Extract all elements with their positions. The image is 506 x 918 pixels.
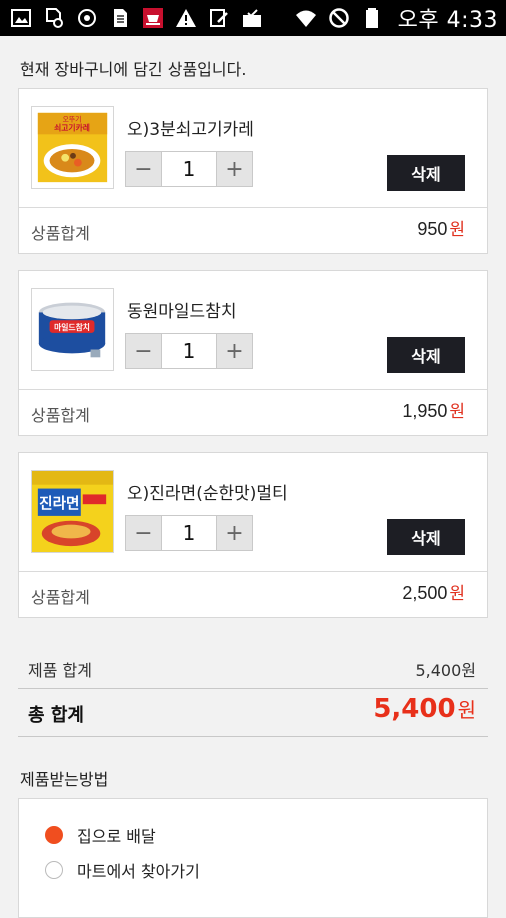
- divider: [19, 389, 487, 390]
- battery-icon: [361, 7, 383, 29]
- status-bar-right: 오후 4:33: [295, 2, 498, 34]
- currency-label: 원: [449, 220, 465, 240]
- delivery-method-title: 제품받는방법: [20, 770, 109, 789]
- quantity-value[interactable]: 1: [161, 152, 217, 186]
- ramen-pack-product-image: 진라면: [31, 470, 114, 553]
- svg-text:오뚜기: 오뚜기: [63, 115, 82, 124]
- product-total-row: 제품 합계 5,400원: [18, 644, 488, 689]
- decrease-quantity-button[interactable]: −: [126, 516, 161, 550]
- grand-total-amount: 5,400: [373, 694, 456, 724]
- radio-checked-icon[interactable]: [45, 826, 63, 844]
- product-total-value: 5,400원: [415, 661, 476, 680]
- delivery-method-options: 집으로 배달 마트에서 찾아가기: [18, 798, 488, 918]
- subtotal-amount: 1,950: [402, 401, 448, 421]
- curry-product-image: 오뚜기 쇠고기카레: [31, 106, 114, 189]
- delivery-option-pickup[interactable]: 마트에서 찾아가기: [45, 858, 200, 882]
- subtotal-label: 상품합계: [31, 588, 90, 607]
- subtotal-label: 상품합계: [31, 406, 90, 425]
- delete-button[interactable]: 삭제: [387, 337, 465, 373]
- cart-item: 오뚜기 쇠고기카레 오)3분쇠고기카레 − 1 + 삭제 상품합계 950 원: [18, 88, 488, 254]
- currency-label: 원: [449, 402, 465, 422]
- increase-quantity-button[interactable]: +: [217, 516, 252, 550]
- warning-icon: [175, 7, 197, 29]
- sync-circle-icon: [76, 7, 98, 29]
- do-not-disturb-icon: [328, 7, 350, 29]
- status-time: 오후 4:33: [397, 8, 498, 33]
- decrease-quantity-button[interactable]: −: [126, 152, 161, 186]
- quantity-stepper: − 1 +: [125, 333, 253, 369]
- subtotal-label: 상품합계: [31, 224, 90, 243]
- decrease-quantity-button[interactable]: −: [126, 334, 161, 368]
- subtotal-price: 1,950 원: [402, 397, 465, 422]
- divider: [19, 207, 487, 208]
- quantity-stepper: − 1 +: [125, 515, 253, 551]
- status-bar: 오후 4:33: [0, 0, 506, 36]
- grand-total-label: 총 합계: [28, 705, 84, 726]
- quantity-stepper: − 1 +: [125, 151, 253, 187]
- sim-card-icon: [109, 7, 131, 29]
- cart-notice: 현재 장바구니에 담긴 상품입니다.: [20, 60, 247, 79]
- file-sync-icon: [43, 7, 65, 29]
- increase-quantity-button[interactable]: +: [217, 334, 252, 368]
- increase-quantity-button[interactable]: +: [217, 152, 252, 186]
- status-bar-left: [10, 7, 263, 29]
- delete-button[interactable]: 삭제: [387, 155, 465, 191]
- quantity-value[interactable]: 1: [161, 516, 217, 550]
- delivery-option-home[interactable]: 집으로 배달: [45, 823, 156, 847]
- tuna-can-product-image: 마일드참치: [31, 288, 114, 371]
- product-name: 오)3분쇠고기카레: [127, 120, 254, 140]
- note-edit-icon: [208, 7, 230, 29]
- subtotal-amount: 950: [417, 219, 448, 239]
- subtotal-amount: 2,500: [402, 583, 448, 603]
- gallery-icon: [10, 7, 32, 29]
- delete-button[interactable]: 삭제: [387, 519, 465, 555]
- cart-item: 마일드참치 동원마일드참치 − 1 + 삭제 상품합계 1,950 원: [18, 270, 488, 436]
- grand-total-value: 5,400 원: [373, 694, 476, 724]
- svg-text:쇠고기카레: 쇠고기카레: [54, 122, 90, 132]
- mail-check-icon: [241, 7, 263, 29]
- svg-text:진라면: 진라면: [39, 495, 79, 512]
- product-name: 오)진라면(순한맛)멀티: [127, 484, 288, 504]
- cart-item: 진라면 오)진라면(순한맛)멀티 − 1 + 삭제 상품합계 2,500 원: [18, 452, 488, 618]
- wifi-icon: [295, 7, 317, 29]
- currency-label: 원: [449, 584, 465, 604]
- product-total-label: 제품 합계: [28, 661, 92, 680]
- shop-app-icon: [142, 7, 164, 29]
- quantity-value[interactable]: 1: [161, 334, 217, 368]
- delivery-option-label: 마트에서 찾아가기: [77, 862, 200, 881]
- grand-total-currency: 원: [457, 698, 476, 722]
- divider: [19, 571, 487, 572]
- grand-total-row: 총 합계 5,400 원: [18, 688, 488, 737]
- subtotal-price: 950 원: [417, 215, 465, 240]
- subtotal-price: 2,500 원: [402, 579, 465, 604]
- svg-text:마일드참치: 마일드참치: [54, 322, 90, 332]
- delivery-option-label: 집으로 배달: [77, 827, 156, 846]
- radio-unchecked-icon[interactable]: [45, 861, 63, 879]
- product-name: 동원마일드참치: [127, 302, 237, 322]
